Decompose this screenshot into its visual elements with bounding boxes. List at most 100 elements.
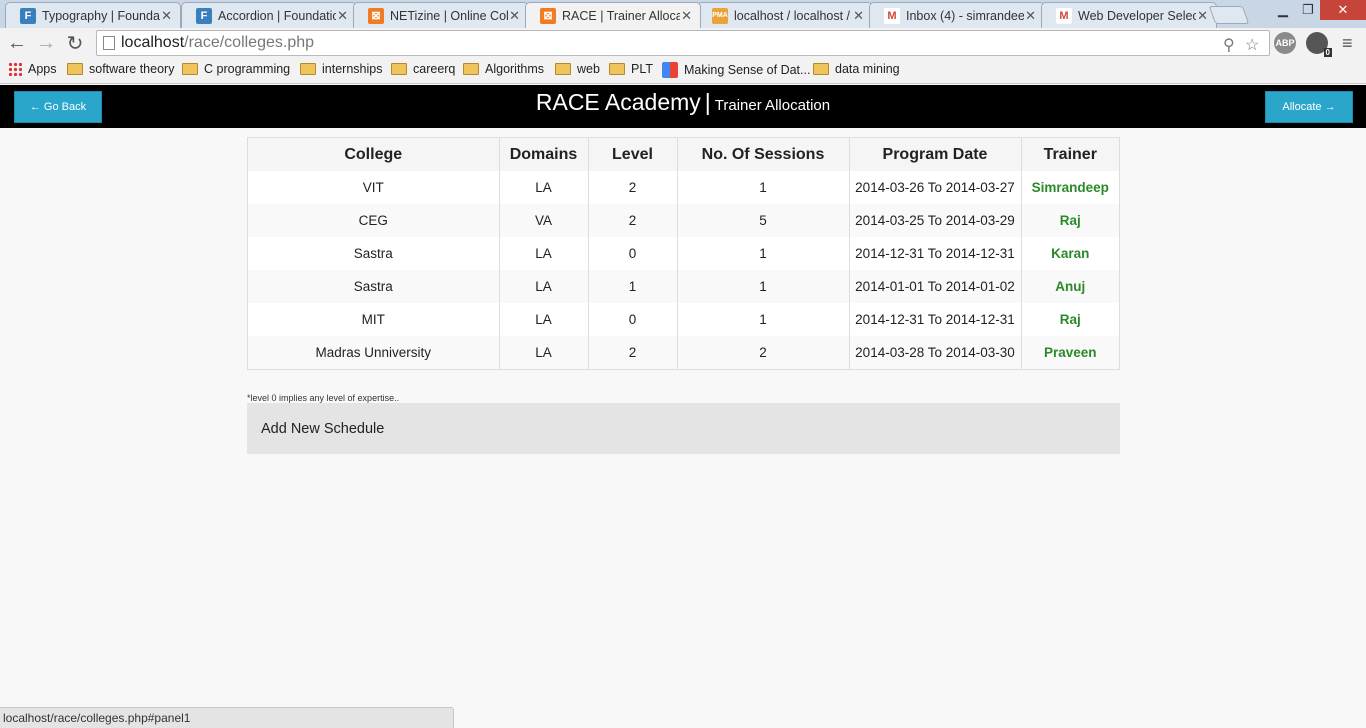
column-header-college: College bbox=[248, 138, 500, 171]
column-header-program-date: Program Date bbox=[849, 138, 1022, 171]
cell-program-date: 2014-12-31 To 2014-12-31 bbox=[849, 237, 1022, 270]
forward-arrow-icon[interactable]: → bbox=[34, 31, 58, 55]
cell-trainer: Karan bbox=[1051, 246, 1090, 261]
cell-domains: LA bbox=[499, 270, 589, 303]
cell-level: 2 bbox=[588, 204, 678, 237]
allocation-table: College Domains Level No. Of Sessions Pr… bbox=[247, 137, 1120, 370]
back-arrow-icon[interactable]: ← bbox=[5, 31, 29, 55]
menu-icon[interactable]: ≡ bbox=[1342, 33, 1353, 54]
cell-college: MIT bbox=[248, 303, 500, 336]
column-header-trainer: Trainer bbox=[1021, 138, 1119, 171]
tab-title: RACE | Trainer Allocation bbox=[562, 8, 680, 23]
address-bar[interactable]: localhost/race/colleges.php ⚲ ☆ bbox=[96, 30, 1270, 56]
cell-college: Madras Unniversity bbox=[248, 336, 500, 369]
column-header-level: Level bbox=[588, 138, 678, 171]
brand-name: RACE Academy bbox=[535, 89, 701, 115]
table-row: Sastra LA 0 1 2014-12-31 To 2014-12-31 K… bbox=[248, 237, 1119, 270]
cell-level: 2 bbox=[588, 171, 678, 204]
close-icon[interactable]: ✕ bbox=[853, 8, 864, 24]
close-icon[interactable]: ✕ bbox=[1025, 8, 1036, 24]
bookmark-apps[interactable]: Apps bbox=[8, 62, 57, 76]
reload-icon[interactable]: ↻ bbox=[63, 31, 87, 55]
cell-trainer: Praveen bbox=[1021, 336, 1119, 369]
bookmark-label: internships bbox=[322, 62, 383, 76]
folder-icon bbox=[555, 63, 571, 75]
cell-college: Sastra bbox=[248, 270, 500, 303]
restore-icon[interactable]: ❐ bbox=[1296, 0, 1320, 20]
gmail-icon: M bbox=[1056, 7, 1072, 24]
cell-domains: LA bbox=[499, 303, 589, 336]
cell-sessions: 1 bbox=[677, 237, 850, 270]
close-icon[interactable]: ✕ bbox=[337, 8, 348, 24]
folder-icon bbox=[182, 63, 198, 75]
bookmark-data-mining[interactable]: data mining bbox=[813, 62, 900, 76]
bookmark-software-theory[interactable]: software theory bbox=[67, 62, 174, 76]
tab-title: Typography | Foundation bbox=[42, 8, 160, 23]
minimize-icon[interactable]: ▁ bbox=[1270, 0, 1296, 20]
allocate-button[interactable]: Allocate → bbox=[1265, 91, 1353, 123]
browser-tabstrip: F Typography | Foundation ✕ F Accordion … bbox=[0, 0, 1366, 28]
window-close-icon[interactable]: ✕ bbox=[1320, 0, 1366, 20]
browser-tab-race[interactable]: ⊠ RACE | Trainer Allocation ✕ bbox=[525, 2, 701, 28]
bookmarks-bar: Apps software theory C programming inter… bbox=[0, 58, 1366, 84]
cell-domains: VA bbox=[499, 204, 589, 237]
browser-tab-inbox[interactable]: M Inbox (4) - simrandeep ✕ bbox=[869, 2, 1045, 28]
star-icon[interactable]: ☆ bbox=[1245, 35, 1259, 55]
tab-title: Accordion | Foundation bbox=[218, 8, 336, 23]
column-header-sessions: No. Of Sessions bbox=[677, 138, 850, 171]
bookmark-plt[interactable]: PLT bbox=[609, 62, 653, 76]
cell-college: CEG bbox=[248, 204, 500, 237]
close-icon[interactable]: ✕ bbox=[1197, 8, 1208, 24]
gmail-icon: M bbox=[884, 7, 900, 24]
cell-college: Sastra bbox=[248, 237, 500, 270]
cell-program-date: 2014-01-01 To 2014-01-02 bbox=[849, 270, 1022, 303]
add-new-schedule-panel[interactable]: Add New Schedule bbox=[247, 403, 1120, 454]
cell-level: 1 bbox=[588, 270, 678, 303]
browser-tab-webdev[interactable]: M Web Developer Selection ✕ bbox=[1041, 2, 1217, 28]
foundation-icon: F bbox=[196, 7, 212, 24]
bookmark-web[interactable]: web bbox=[555, 62, 600, 76]
browser-tab-accordion[interactable]: F Accordion | Foundation ✕ bbox=[181, 2, 357, 28]
new-tab-button[interactable] bbox=[1208, 6, 1250, 24]
level-footnote: *level 0 implies any level of expertise.… bbox=[247, 393, 400, 403]
xampp-icon: ⊠ bbox=[368, 7, 384, 24]
tab-title: Inbox (4) - simrandeep bbox=[906, 8, 1024, 23]
adblock-icon[interactable]: ABP bbox=[1274, 32, 1296, 54]
cell-program-date: 2014-03-25 To 2014-03-29 bbox=[849, 204, 1022, 237]
browser-tab-netizine[interactable]: ⊠ NETizine | Online College ✕ bbox=[353, 2, 529, 28]
browser-tab-typography[interactable]: F Typography | Foundation ✕ bbox=[5, 2, 181, 28]
status-bar: localhost/race/colleges.php#panel1 bbox=[0, 707, 454, 728]
browser-toolbar: ← → ↻ localhost/race/colleges.php ⚲ ☆ AB… bbox=[0, 28, 1366, 58]
tab-title: localhost / localhost / bbox=[734, 8, 851, 23]
bookmark-careerq[interactable]: careerq bbox=[391, 62, 455, 76]
bookmark-label: Algorithms bbox=[485, 62, 545, 76]
title-separator: | bbox=[704, 89, 711, 115]
cell-trainer: Simrandeep bbox=[1031, 180, 1109, 195]
ghost-extension-icon[interactable]: 0 bbox=[1306, 32, 1332, 57]
folder-icon bbox=[67, 63, 83, 75]
bookmark-algorithms[interactable]: Algorithms bbox=[463, 62, 544, 76]
page-icon bbox=[103, 36, 115, 50]
foundation-icon: F bbox=[20, 7, 36, 24]
close-icon[interactable]: ✕ bbox=[161, 8, 172, 24]
search-icon[interactable]: ⚲ bbox=[1223, 35, 1235, 55]
cell-domains: LA bbox=[499, 171, 589, 204]
folder-icon bbox=[813, 63, 829, 75]
cell-level: 0 bbox=[588, 303, 678, 336]
close-icon[interactable]: ✕ bbox=[509, 8, 520, 24]
cell-sessions: 5 bbox=[677, 204, 850, 237]
browser-tab-phpmyadmin[interactable]: PMA localhost / localhost / ✕ bbox=[697, 2, 873, 28]
bookmark-label: C programming bbox=[204, 62, 291, 76]
close-icon[interactable]: ✕ bbox=[681, 8, 692, 24]
xampp-icon: ⊠ bbox=[540, 7, 556, 24]
cell-sessions: 1 bbox=[677, 270, 850, 303]
table-row: Sastra LA 1 1 2014-01-01 To 2014-01-02 A… bbox=[248, 270, 1119, 303]
bookmark-c-programming[interactable]: C programming bbox=[182, 62, 290, 76]
cell-sessions: 1 bbox=[677, 171, 850, 204]
cell-sessions: 1 bbox=[677, 303, 850, 336]
bookmark-internships[interactable]: internships bbox=[300, 62, 382, 76]
cell-trainer: Anuj bbox=[1021, 270, 1119, 303]
apps-icon bbox=[8, 62, 22, 76]
app-header: ← Go Back RACE Academy | Trainer Allocatio… bbox=[0, 85, 1366, 128]
bookmark-making-sense[interactable]: Making Sense of Dat... bbox=[662, 62, 810, 78]
